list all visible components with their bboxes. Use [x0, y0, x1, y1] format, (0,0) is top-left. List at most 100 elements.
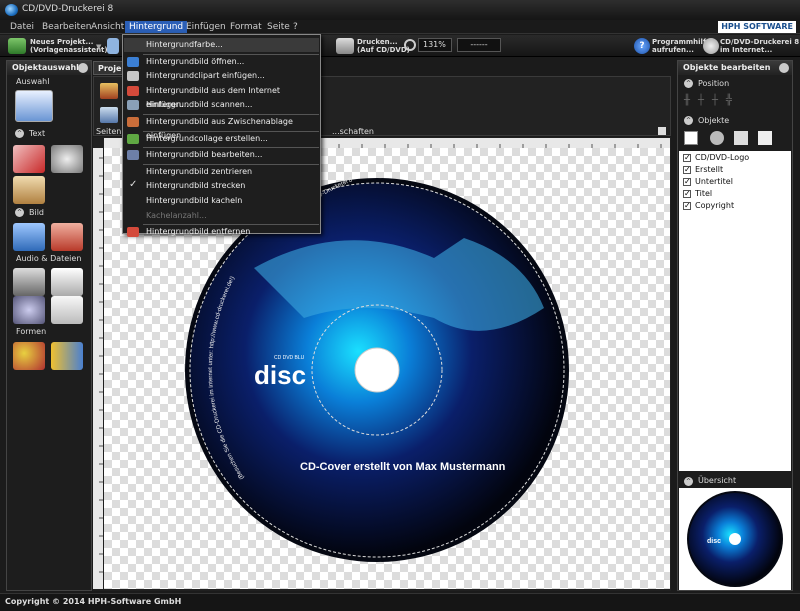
help-sublabel: aufrufen...: [652, 46, 694, 54]
curved-text-tool-icon[interactable]: [51, 145, 83, 173]
object-label: Erstellt: [695, 165, 724, 174]
menu-item: Kachelanzahl...: [146, 210, 207, 220]
menu-item[interactable]: Hintergrundbild entfernen: [124, 225, 319, 239]
object-selection-panel: Objektauswahl Auswahl ^ Text ^ Bild Audi…: [6, 60, 92, 591]
menu-item[interactable]: Hintergrundbild bearbeiten...: [124, 148, 319, 162]
menu-item[interactable]: Hintergrundbild scannen...: [124, 98, 319, 112]
object-checkbox[interactable]: [683, 189, 691, 198]
properties-label: ...schaften: [332, 127, 374, 136]
help-label: Programmhilfe: [652, 38, 711, 46]
menu-bar: Datei Bearbeiten Ansicht Hintergrund Ein…: [0, 20, 800, 34]
window-controls: [756, 3, 796, 17]
select-all-icon[interactable]: [684, 131, 698, 145]
disc-title[interactable]: CD-Cover erstellt von Max Mustermann: [300, 461, 506, 473]
disc-files-tool-icon[interactable]: [13, 296, 45, 324]
printer-icon[interactable]: [336, 38, 354, 54]
menu-datei[interactable]: Datei: [6, 21, 38, 33]
collapse-overview-icon[interactable]: ^: [684, 477, 693, 486]
print-label: Drucken...: [357, 38, 398, 46]
audio-tool-icon[interactable]: [13, 268, 45, 296]
open-icon[interactable]: [107, 38, 119, 54]
section-audio: Audio & Dateien: [16, 254, 82, 263]
line-style-select[interactable]: ------: [457, 38, 501, 52]
menu-item[interactable]: Hintergrundbild strecken: [124, 179, 319, 193]
collapse-position-icon[interactable]: ^: [684, 79, 693, 88]
file-list-tool-icon[interactable]: [51, 296, 83, 324]
layer-icon[interactable]: [710, 131, 724, 145]
collapse-objects-icon[interactable]: ^: [684, 116, 693, 125]
menu-einfuegen[interactable]: Einfügen: [182, 21, 230, 33]
new-project-icon[interactable]: [8, 38, 26, 54]
delete-icon[interactable]: [758, 131, 772, 145]
menu-help[interactable]: ?: [289, 21, 302, 33]
vertical-ruler-ticks: [99, 157, 103, 573]
zoom-icon: [404, 39, 416, 51]
tracklist-tool-icon[interactable]: [51, 268, 83, 296]
menu-item[interactable]: Hintergrundbild öffnen...: [124, 55, 319, 69]
new-project-dropdown-arrow[interactable]: ▼: [96, 43, 101, 51]
menu-item[interactable]: Hintergrundfarbe...: [124, 38, 319, 52]
edit-objects-panel: Objekte bearbeiten ^ Position ╫┼┼╬ ^ Obj…: [677, 60, 793, 591]
disc-logo-small: CD DVD BLU: [274, 355, 305, 361]
web-button[interactable]: CD/DVD-Druckerei 8 im Internet...: [720, 38, 799, 54]
menu-item[interactable]: Hintergrundbild aus dem Internet einfüge…: [124, 84, 319, 109]
overview-disc-svg: disc: [687, 491, 783, 587]
pin-icon[interactable]: [78, 63, 88, 73]
object-checkbox[interactable]: [683, 153, 691, 162]
object-label: CD/DVD-Logo: [695, 153, 750, 162]
section-auswahl: Auswahl: [16, 77, 50, 86]
shapes-tool-icon[interactable]: [13, 342, 45, 370]
copy-icon[interactable]: [734, 131, 748, 145]
menu-item[interactable]: Hintergrundbild zentrieren: [124, 165, 319, 179]
collapse-image-icon[interactable]: ^: [15, 208, 24, 217]
clipart-tool-icon[interactable]: [51, 223, 83, 251]
disc-center-hole: [354, 347, 400, 393]
section-formen: Formen: [16, 327, 47, 336]
menu-item[interactable]: Hintergrundclipart einfügen...: [124, 69, 319, 83]
arrows-tool-icon[interactable]: [51, 342, 83, 370]
pin-icon[interactable]: [779, 63, 789, 73]
section-bild: Bild: [29, 208, 45, 217]
menu-item[interactable]: Hintergrundcollage erstellen...: [124, 132, 319, 146]
disc-logo[interactable]: disc: [254, 360, 306, 390]
edit-objects-title: Objekte bearbeiten: [678, 61, 792, 75]
web-label: CD/DVD-Druckerei 8: [720, 38, 800, 46]
edit-tool-icon[interactable]: [100, 107, 118, 123]
overview-logo: disc: [707, 538, 721, 545]
object-label: Copyright: [695, 201, 735, 210]
menu-hintergrund[interactable]: Hintergrund: [125, 21, 188, 33]
section-objects: Objekte: [698, 116, 730, 125]
web-sublabel: im Internet...: [720, 46, 773, 54]
help-button[interactable]: Programmhilfe aufrufen...: [652, 38, 711, 54]
image-tool-icon[interactable]: [13, 223, 45, 251]
print-button[interactable]: Drucken... (Auf CD/DVD): [357, 38, 410, 54]
section-text: Text: [29, 129, 46, 138]
object-checkbox[interactable]: [683, 201, 691, 210]
background-menu-dropdown: Hintergrundfarbe... Hintergrundbild öffne…: [122, 34, 321, 238]
menu-item[interactable]: Hintergrundbild aus Zwischenablage einfü…: [124, 115, 319, 140]
object-label: Untertitel: [695, 177, 733, 186]
vertical-ruler: [93, 148, 103, 589]
object-checkbox[interactable]: [683, 165, 691, 174]
globe-icon[interactable]: [703, 38, 719, 54]
select-tool-icon[interactable]: [15, 90, 53, 122]
stamp-text-tool-icon[interactable]: [13, 176, 45, 204]
overview-preview[interactable]: disc: [679, 488, 791, 590]
menu-ansicht[interactable]: Ansicht: [87, 21, 128, 33]
object-checkbox[interactable]: [683, 177, 691, 186]
object-label: Titel: [695, 189, 713, 198]
print-sublabel: (Auf CD/DVD): [357, 46, 410, 54]
collapse-text-icon[interactable]: ^: [15, 129, 24, 138]
expand-icon[interactable]: [658, 127, 666, 135]
menu-item[interactable]: Hintergrundbild kacheln: [124, 194, 319, 208]
background-tool-icon[interactable]: [100, 83, 118, 99]
window-title: CD/DVD-Druckerei 8: [22, 4, 114, 14]
status-bar: Copyright © 2014 HPH-Software GmbH: [0, 593, 800, 611]
zoom-select[interactable]: 131%: [418, 38, 452, 52]
text-tool-icon[interactable]: [13, 145, 45, 173]
align-buttons[interactable]: ╫┼┼╬: [684, 95, 784, 109]
section-overview: Übersicht: [698, 476, 737, 485]
section-position: Position: [698, 79, 730, 88]
help-icon[interactable]: ?: [634, 38, 650, 54]
menu-format[interactable]: Format: [226, 21, 266, 33]
